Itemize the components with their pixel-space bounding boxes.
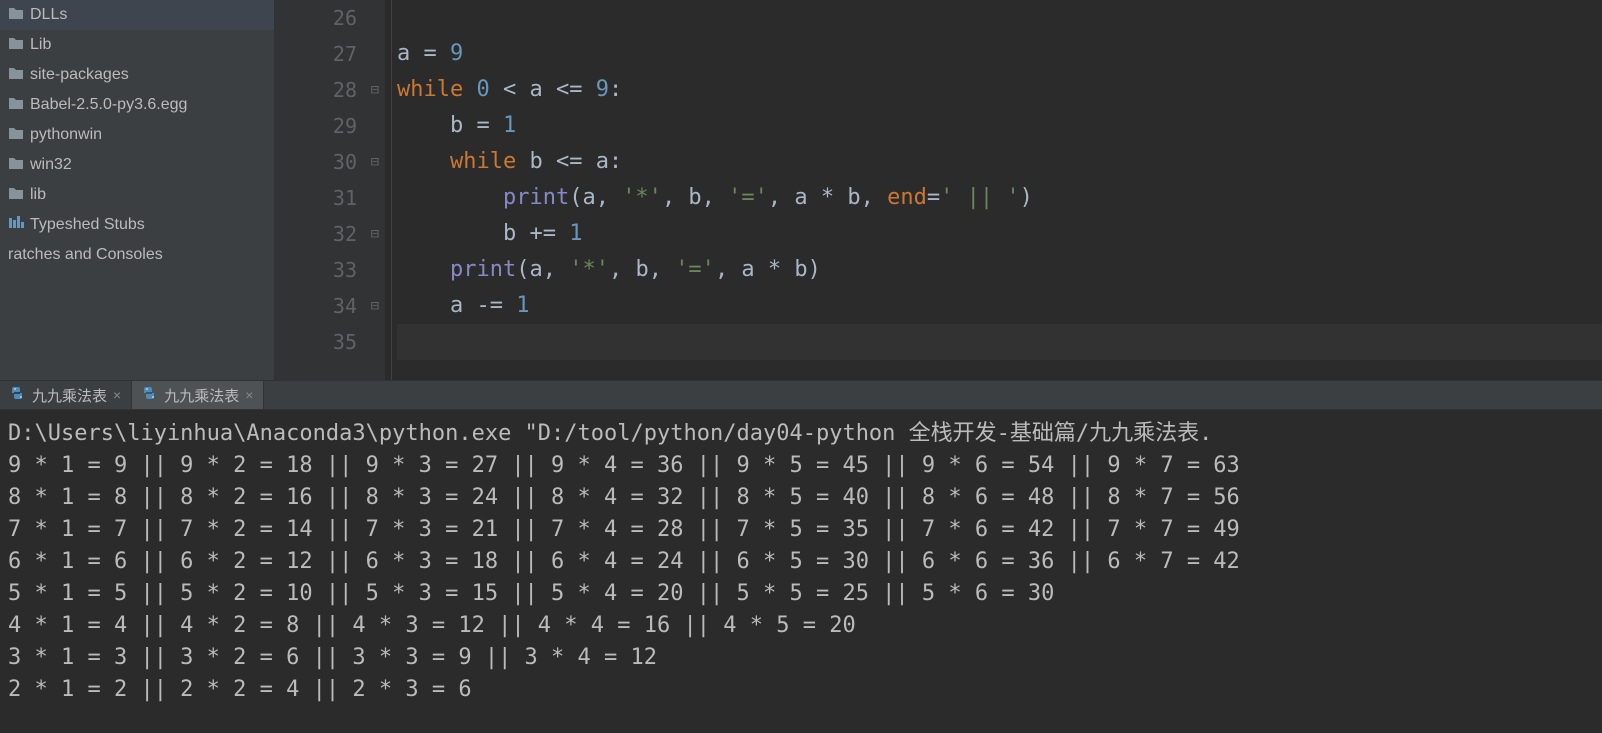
folder-icon: [8, 66, 24, 85]
tree-item-pythonwin[interactable]: pythonwin: [0, 120, 274, 150]
code-line[interactable]: [397, 324, 1602, 360]
code-line[interactable]: [397, 0, 1602, 36]
python-file-icon: [10, 385, 26, 405]
code-line[interactable]: a = 9: [397, 36, 1602, 72]
code-line[interactable]: print(a, '*', b, '=', a * b, end=' || '): [397, 180, 1602, 216]
tree-item-label: DLLs: [30, 6, 67, 24]
fold-icon[interactable]: ⊟: [371, 72, 379, 108]
fold-icon[interactable]: ⊟: [371, 288, 379, 324]
tree-item-site-packages[interactable]: site-packages: [0, 60, 274, 90]
run-console-output[interactable]: D:\Users\liyinhua\Anaconda3\python.exe "…: [0, 410, 1602, 733]
line-number[interactable]: 31: [275, 180, 357, 216]
tree-item-label: Lib: [30, 36, 51, 54]
python-file-icon: [142, 385, 158, 405]
close-icon[interactable]: ×: [113, 387, 121, 403]
tree-item-lib[interactable]: Lib: [0, 30, 274, 60]
line-number[interactable]: 27: [275, 36, 357, 72]
tree-item-lib[interactable]: lib: [0, 180, 274, 210]
line-number[interactable]: 26: [275, 0, 357, 36]
code-line[interactable]: print(a, '*', b, '=', a * b): [397, 252, 1602, 288]
code-line[interactable]: while b <= a:: [397, 144, 1602, 180]
line-number[interactable]: 28⊟: [275, 72, 357, 108]
tree-item-label: site-packages: [30, 66, 129, 84]
tree-item-typeshed-stubs[interactable]: Typeshed Stubs: [0, 210, 274, 240]
folder-icon: [8, 126, 24, 145]
code-line[interactable]: b += 1: [397, 216, 1602, 252]
line-number[interactable]: 33: [275, 252, 357, 288]
fold-icon[interactable]: ⊟: [371, 144, 379, 180]
run-tab-0[interactable]: 九九乘法表 ×: [0, 381, 132, 409]
folder-icon: [8, 156, 24, 175]
tree-item-label: Typeshed Stubs: [30, 216, 145, 234]
folder-icon: [8, 96, 24, 115]
scratches-label: ratches and Consoles: [8, 246, 163, 264]
tree-item-win32[interactable]: win32: [0, 150, 274, 180]
editor-code-area[interactable]: a = 9while 0 < a <= 9: b = 1 while b <= …: [385, 0, 1602, 380]
line-number[interactable]: 34⊟: [275, 288, 357, 324]
code-line[interactable]: b = 1: [397, 108, 1602, 144]
project-sidebar[interactable]: DLLs Lib site-packages Babel-2.5.0-py3.6.eg…: [0, 0, 275, 380]
typeshed-icon: [8, 215, 24, 236]
tree-item-dlls[interactable]: DLLs: [0, 0, 274, 30]
code-line[interactable]: a -= 1: [397, 288, 1602, 324]
folder-icon: [8, 6, 24, 25]
line-number[interactable]: 29: [275, 108, 357, 144]
line-number[interactable]: 35: [275, 324, 357, 360]
tree-item-label: win32: [30, 156, 72, 174]
run-tab-1[interactable]: 九九乘法表 ×: [132, 381, 264, 409]
fold-icon[interactable]: ⊟: [371, 216, 379, 252]
tree-item-label: pythonwin: [30, 126, 102, 144]
tree-item-label: Babel-2.5.0-py3.6.egg: [30, 96, 187, 114]
run-tab-label: 九九乘法表: [164, 385, 239, 406]
code-line[interactable]: while 0 < a <= 9:: [397, 72, 1602, 108]
line-number[interactable]: 30⊟: [275, 144, 357, 180]
indent-guide: [391, 0, 392, 380]
run-tab-label: 九九乘法表: [32, 385, 107, 406]
editor-gutter: 262728⊟2930⊟3132⊟3334⊟35: [275, 0, 385, 380]
close-icon[interactable]: ×: [245, 387, 253, 403]
line-number[interactable]: 32⊟: [275, 216, 357, 252]
code-editor[interactable]: 262728⊟2930⊟3132⊟3334⊟35 a = 9while 0 < …: [275, 0, 1602, 380]
scratches-and-consoles[interactable]: ratches and Consoles: [0, 240, 274, 270]
tree-item-babel-2-5-0-py3-6-egg[interactable]: Babel-2.5.0-py3.6.egg: [0, 90, 274, 120]
folder-icon: [8, 186, 24, 205]
tree-item-label: lib: [30, 186, 46, 204]
folder-icon: [8, 36, 24, 55]
run-tabs-bar[interactable]: 九九乘法表 × 九九乘法表 ×: [0, 380, 1602, 410]
